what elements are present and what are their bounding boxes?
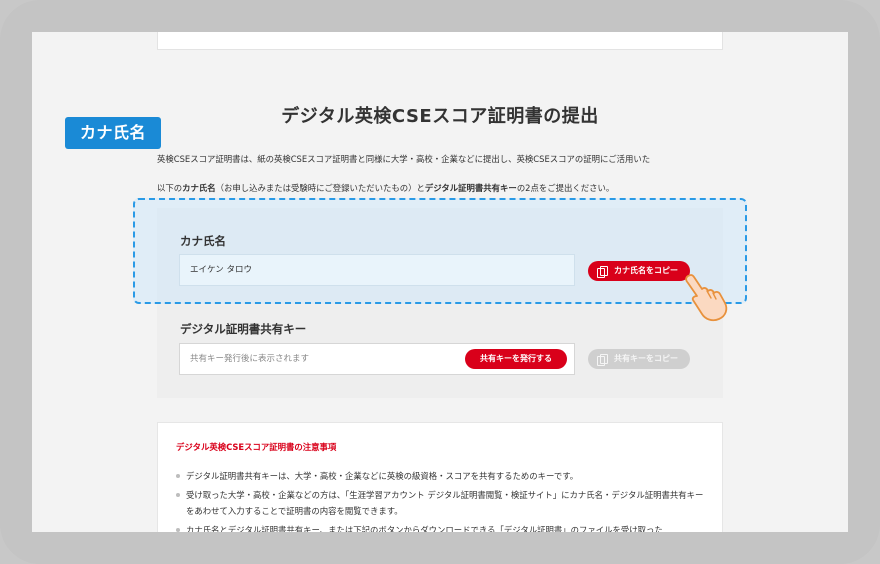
previous-section-card xyxy=(157,32,723,50)
intro-line-1: 英検CSEスコア証明書は、紙の英検CSEスコア証明書と同様に大学・高校・企業など… xyxy=(157,154,651,164)
copy-kana-name-button[interactable]: カナ氏名をコピー xyxy=(588,261,690,281)
page-title: デジタル英検CSEスコア証明書の提出 xyxy=(281,106,599,127)
device-frame: デジタル英検CSEスコア証明書の提出 英検CSEスコア証明書は、紙の英検CSEス… xyxy=(0,0,880,564)
notes-card: デジタル英検CSEスコア証明書の注意事項 デジタル証明書共有キーは、大学・高校・… xyxy=(157,422,723,532)
kana-name-callout: カナ氏名 xyxy=(65,117,161,149)
copy-icon xyxy=(597,354,608,366)
share-key-label: デジタル証明書共有キー xyxy=(180,322,307,336)
screen: デジタル英検CSEスコア証明書の提出 英検CSEスコア証明書は、紙の英検CSEス… xyxy=(32,32,848,532)
list-item: カナ氏名とデジタル証明書共有キー、または下記のボタンからダウンロードできる「デジ… xyxy=(176,522,706,532)
kana-name-field[interactable]: エイケン タロウ xyxy=(179,254,575,286)
kana-name-label: カナ氏名 xyxy=(180,234,226,248)
copy-share-key-button[interactable]: 共有キーをコピー xyxy=(588,349,690,369)
notes-list: デジタル証明書共有キーは、大学・高校・企業などに英検の級資格・スコアを共有するた… xyxy=(176,468,706,532)
copy-icon xyxy=(597,266,608,278)
list-item: 受け取った大学・高校・企業などの方は、「生涯学習アカウント デジタル証明書閲覧・… xyxy=(176,487,706,519)
kana-field-highlight xyxy=(133,198,747,304)
intro-text: 英検CSEスコア証明書は、紙の英検CSEスコア証明書と同様に大学・高校・企業など… xyxy=(157,145,727,203)
notes-title: デジタル英検CSEスコア証明書の注意事項 xyxy=(176,442,337,452)
issue-share-key-button[interactable]: 共有キーを発行する xyxy=(465,349,567,369)
pointing-hand-icon xyxy=(685,274,728,322)
list-item: デジタル証明書共有キーは、大学・高校・企業などに英検の級資格・スコアを共有するた… xyxy=(176,468,706,484)
